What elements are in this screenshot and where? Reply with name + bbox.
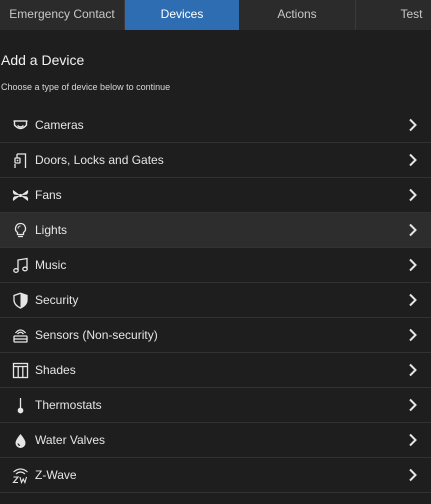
tab-devices[interactable]: Devices — [125, 0, 239, 30]
tab-test[interactable]: Test — [356, 0, 431, 30]
tab-emergency-contact[interactable]: Emergency Contact — [0, 0, 124, 30]
zwave-icon — [12, 467, 29, 484]
device-row-label: Sensors (Non-security) — [35, 328, 158, 342]
device-row-label: Thermostats — [35, 398, 102, 412]
chevron-right-icon — [408, 363, 418, 377]
chevron-right-icon — [408, 153, 418, 167]
device-type-list: Cameras Doors, Locks and Gates Fans Ligh… — [0, 108, 431, 493]
device-row-label: Water Valves — [35, 433, 106, 447]
device-row-security[interactable]: Security — [0, 283, 431, 318]
device-row-water-valves[interactable]: Water Valves — [0, 423, 431, 458]
device-row-label: Fans — [35, 188, 62, 202]
device-row-thermostats[interactable]: Thermostats — [0, 388, 431, 423]
device-row-doors-locks-gates[interactable]: Doors, Locks and Gates — [0, 143, 431, 178]
device-row-label: Z-Wave — [35, 468, 77, 482]
chevron-right-icon — [408, 223, 418, 237]
chevron-right-icon — [408, 258, 418, 272]
thermometer-icon — [12, 397, 29, 414]
device-row-label: Security — [35, 293, 79, 307]
chevron-right-icon — [408, 293, 418, 307]
chevron-right-icon — [408, 433, 418, 447]
device-row-music[interactable]: Music — [0, 248, 431, 283]
shades-icon — [12, 362, 29, 379]
device-row-label: Cameras — [35, 118, 84, 132]
fan-icon — [12, 187, 29, 204]
device-row-shades[interactable]: Shades — [0, 353, 431, 388]
tab-actions[interactable]: Actions — [239, 0, 355, 30]
door-lock-icon — [12, 152, 29, 169]
device-row-z-wave[interactable]: Z-Wave — [0, 458, 431, 493]
sensor-icon — [12, 327, 29, 344]
lightbulb-icon — [12, 222, 29, 239]
device-row-label: Lights — [35, 223, 68, 237]
chevron-right-icon — [408, 118, 418, 132]
device-row-lights[interactable]: Lights — [0, 213, 431, 248]
chevron-right-icon — [408, 398, 418, 412]
chevron-right-icon — [408, 468, 418, 482]
water-drop-icon — [12, 432, 29, 449]
device-row-label: Music — [35, 258, 67, 272]
chevron-right-icon — [408, 328, 418, 342]
page-subtitle: Choose a type of device below to continu… — [1, 82, 171, 92]
device-row-sensors[interactable]: Sensors (Non-security) — [0, 318, 431, 353]
tab-bar: Emergency Contact Devices Actions Test — [0, 0, 431, 30]
device-row-label: Doors, Locks and Gates — [35, 153, 164, 167]
device-row-fans[interactable]: Fans — [0, 178, 431, 213]
music-note-icon — [12, 257, 29, 274]
shield-icon — [12, 292, 29, 309]
camera-icon — [12, 117, 29, 134]
chevron-right-icon — [408, 188, 418, 202]
device-row-label: Shades — [35, 363, 76, 377]
device-row-cameras[interactable]: Cameras — [0, 108, 431, 143]
page-title: Add a Device — [1, 52, 85, 68]
